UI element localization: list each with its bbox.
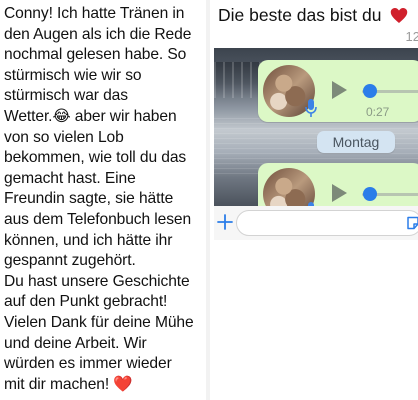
microphone-icon	[305, 99, 317, 117]
input-bar	[214, 206, 418, 240]
plus-icon[interactable]	[217, 214, 233, 230]
message-panel: Conny! Ich hatte Tränen in den Augen als…	[0, 0, 206, 400]
voice-message-bubble[interactable]: 0:27	[258, 60, 418, 122]
message-input[interactable]	[236, 210, 418, 236]
date-separator: Montag	[317, 131, 395, 153]
sticker-icon[interactable]	[406, 216, 418, 230]
play-icon[interactable]	[330, 80, 348, 100]
message-time: 12	[405, 29, 418, 44]
voice-message-bubble[interactable]	[258, 163, 418, 206]
caption-bar: Die beste das bist du 12	[210, 0, 418, 48]
chat-area[interactable]: 0:27 Montag	[214, 48, 418, 206]
voice-duration: 0:27	[366, 105, 390, 119]
caption-text: Die beste das bist du	[218, 5, 382, 25]
play-icon[interactable]	[330, 183, 348, 203]
message-text: Conny! Ich hatte Tränen in den Augen als…	[4, 5, 194, 393]
voice-progress-knob[interactable]	[363, 187, 377, 201]
voice-progress-knob[interactable]	[363, 84, 377, 98]
caption: Die beste das bist du	[218, 5, 408, 26]
chat-screenshot-panel: Die beste das bist du 12 0:27 Montag	[210, 0, 418, 400]
heart-icon	[391, 8, 408, 23]
